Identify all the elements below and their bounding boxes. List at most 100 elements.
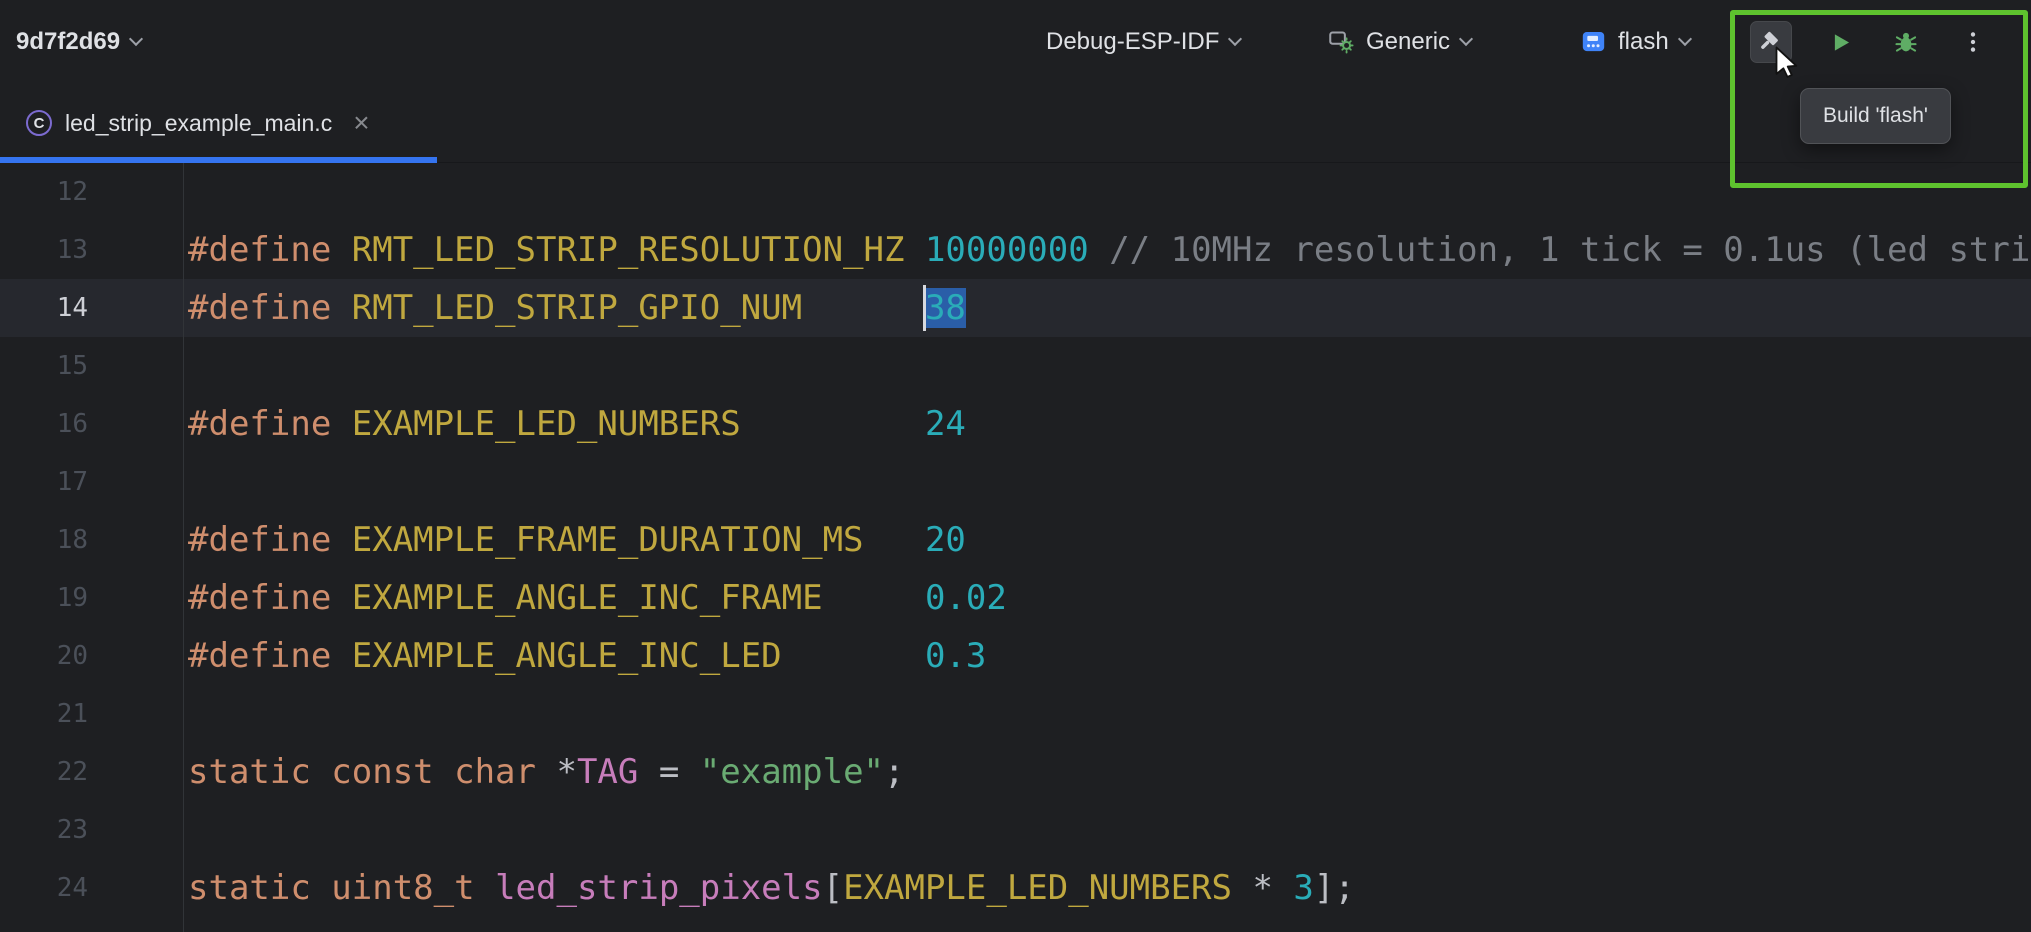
c-file-icon: C xyxy=(26,110,52,136)
code-token: 24 xyxy=(925,404,966,444)
code-line[interactable]: 15 xyxy=(0,337,2031,395)
build-target-selector[interactable]: flash xyxy=(1580,0,1690,83)
chevron-down-icon xyxy=(129,31,143,45)
chevron-down-icon xyxy=(1459,31,1473,45)
code-token: #define xyxy=(188,404,352,444)
code-line[interactable]: 12 xyxy=(0,163,2031,221)
code-line[interactable]: 24static uint8_t led_strip_pixels[EXAMPL… xyxy=(0,859,2031,917)
line-number[interactable]: 22 xyxy=(0,757,88,787)
close-icon[interactable]: × xyxy=(353,109,369,137)
run-icon xyxy=(1827,29,1854,56)
run-button[interactable] xyxy=(1819,21,1861,63)
hammer-icon xyxy=(1757,28,1785,56)
kebab-menu-icon xyxy=(1960,29,1986,55)
code-text[interactable]: #define EXAMPLE_ANGLE_INC_FRAME 0.02 xyxy=(88,578,1007,618)
main-toolbar: 9d7f2d69 Debug-ESP-IDF xyxy=(0,0,2031,83)
line-number[interactable]: 12 xyxy=(0,177,88,207)
code-token: EXAMPLE_ANGLE_INC_LED xyxy=(352,636,782,676)
line-number[interactable]: 21 xyxy=(0,699,88,729)
code-token: RMT_LED_STRIP_GPIO_NUM xyxy=(352,288,802,328)
chevron-down-icon xyxy=(1678,31,1692,45)
code-line[interactable]: 16#define EXAMPLE_LED_NUMBERS 24 xyxy=(0,395,2031,453)
code-line[interactable]: 20#define EXAMPLE_ANGLE_INC_LED 0.3 xyxy=(0,627,2031,685)
line-number[interactable]: 14 xyxy=(0,293,88,323)
code-text[interactable]: #define RMT_LED_STRIP_RESOLUTION_HZ 1000… xyxy=(88,230,2031,270)
bug-icon xyxy=(1892,28,1920,56)
code-lines: 12 13#define RMT_LED_STRIP_RESOLUTION_HZ … xyxy=(0,163,2031,917)
more-actions-button[interactable] xyxy=(1952,21,1994,63)
gutter-divider xyxy=(183,163,184,932)
code-token: #define xyxy=(188,520,352,560)
code-token xyxy=(823,578,925,618)
code-line[interactable]: 21 xyxy=(0,685,2031,743)
build-button[interactable] xyxy=(1750,21,1792,63)
tab-led-strip-example-main-c[interactable]: C led_strip_example_main.c × xyxy=(0,83,437,163)
code-token: [ xyxy=(823,868,843,908)
target-chip-icon xyxy=(1580,28,1607,55)
project-name: 9d7f2d69 xyxy=(16,28,120,56)
code-token: 0.02 xyxy=(925,578,1007,618)
debug-button[interactable] xyxy=(1885,21,1927,63)
cmake-profile-selector[interactable]: Generic xyxy=(1328,0,1471,83)
line-number[interactable]: 23 xyxy=(0,815,88,845)
code-line[interactable]: 19#define EXAMPLE_ANGLE_INC_FRAME 0.02 xyxy=(0,569,2031,627)
code-text[interactable]: static uint8_t led_strip_pixels[EXAMPLE_… xyxy=(88,868,1355,908)
profile-label: Generic xyxy=(1366,28,1450,56)
code-token: static const char xyxy=(188,752,556,792)
code-text[interactable]: #define EXAMPLE_ANGLE_INC_LED 0.3 xyxy=(88,636,986,676)
line-number[interactable]: 16 xyxy=(0,409,88,439)
code-token: EXAMPLE_ANGLE_INC_FRAME xyxy=(352,578,823,618)
code-token: 20 xyxy=(925,520,966,560)
code-token: // 10MHz resolution, 1 tick = 0.1us (led… xyxy=(1109,230,2031,270)
code-token xyxy=(741,404,925,444)
line-number[interactable]: 19 xyxy=(0,583,88,613)
code-token: 3 xyxy=(1293,868,1313,908)
code-token: ; xyxy=(884,752,904,792)
code-line[interactable]: 23 xyxy=(0,801,2031,859)
code-token: #define xyxy=(188,636,352,676)
code-token: static xyxy=(188,868,331,908)
code-line[interactable]: 18#define EXAMPLE_FRAME_DURATION_MS 20 xyxy=(0,511,2031,569)
line-number[interactable]: 15 xyxy=(0,351,88,381)
code-token: uint8_t xyxy=(331,868,495,908)
code-token: 0.3 xyxy=(925,636,986,676)
run-config-selector[interactable]: Debug-ESP-IDF xyxy=(1046,0,1240,83)
run-config-label: Debug-ESP-IDF xyxy=(1046,28,1219,56)
code-line[interactable]: 17 xyxy=(0,453,2031,511)
code-token xyxy=(1089,230,1109,270)
line-number[interactable]: 20 xyxy=(0,641,88,671)
code-token: led_strip_pixels xyxy=(495,868,823,908)
code-text[interactable]: static const char *TAG = "example"; xyxy=(88,752,905,792)
code-token: = xyxy=(638,752,699,792)
project-selector[interactable]: 9d7f2d69 xyxy=(16,0,141,83)
code-token: #define xyxy=(188,578,352,618)
code-line[interactable]: 13#define RMT_LED_STRIP_RESOLUTION_HZ 10… xyxy=(0,221,2031,279)
code-token xyxy=(904,230,924,270)
code-token: EXAMPLE_FRAME_DURATION_MS xyxy=(352,520,864,560)
build-tooltip: Build 'flash' xyxy=(1800,88,1951,144)
editor-tab-bar: C led_strip_example_main.c × xyxy=(0,83,2031,163)
code-token xyxy=(864,520,925,560)
code-token: "example" xyxy=(700,752,884,792)
code-text[interactable]: #define RMT_LED_STRIP_GPIO_NUM 38 xyxy=(88,288,966,328)
code-token: EXAMPLE_LED_NUMBERS xyxy=(843,868,1232,908)
profile-icon xyxy=(1328,28,1355,55)
line-number[interactable]: 18 xyxy=(0,525,88,555)
code-token: ]; xyxy=(1314,868,1355,908)
code-token: * xyxy=(556,752,576,792)
code-token: #define xyxy=(188,230,352,270)
code-token: #define xyxy=(188,288,352,328)
code-line[interactable]: 14#define RMT_LED_STRIP_GPIO_NUM 38 xyxy=(0,279,2031,337)
code-text[interactable]: #define EXAMPLE_FRAME_DURATION_MS 20 xyxy=(88,520,966,560)
code-token xyxy=(802,288,925,328)
line-number[interactable]: 17 xyxy=(0,467,88,497)
line-number[interactable]: 13 xyxy=(0,235,88,265)
chevron-down-icon xyxy=(1228,31,1242,45)
code-line[interactable]: 22static const char *TAG = "example"; xyxy=(0,743,2031,801)
code-token: TAG xyxy=(577,752,638,792)
line-number[interactable]: 24 xyxy=(0,873,88,903)
code-token: 10000000 xyxy=(925,230,1089,270)
code-editor[interactable]: 12 13#define RMT_LED_STRIP_RESOLUTION_HZ … xyxy=(0,163,2031,932)
code-text[interactable]: #define EXAMPLE_LED_NUMBERS 24 xyxy=(88,404,966,444)
target-label: flash xyxy=(1618,28,1669,56)
